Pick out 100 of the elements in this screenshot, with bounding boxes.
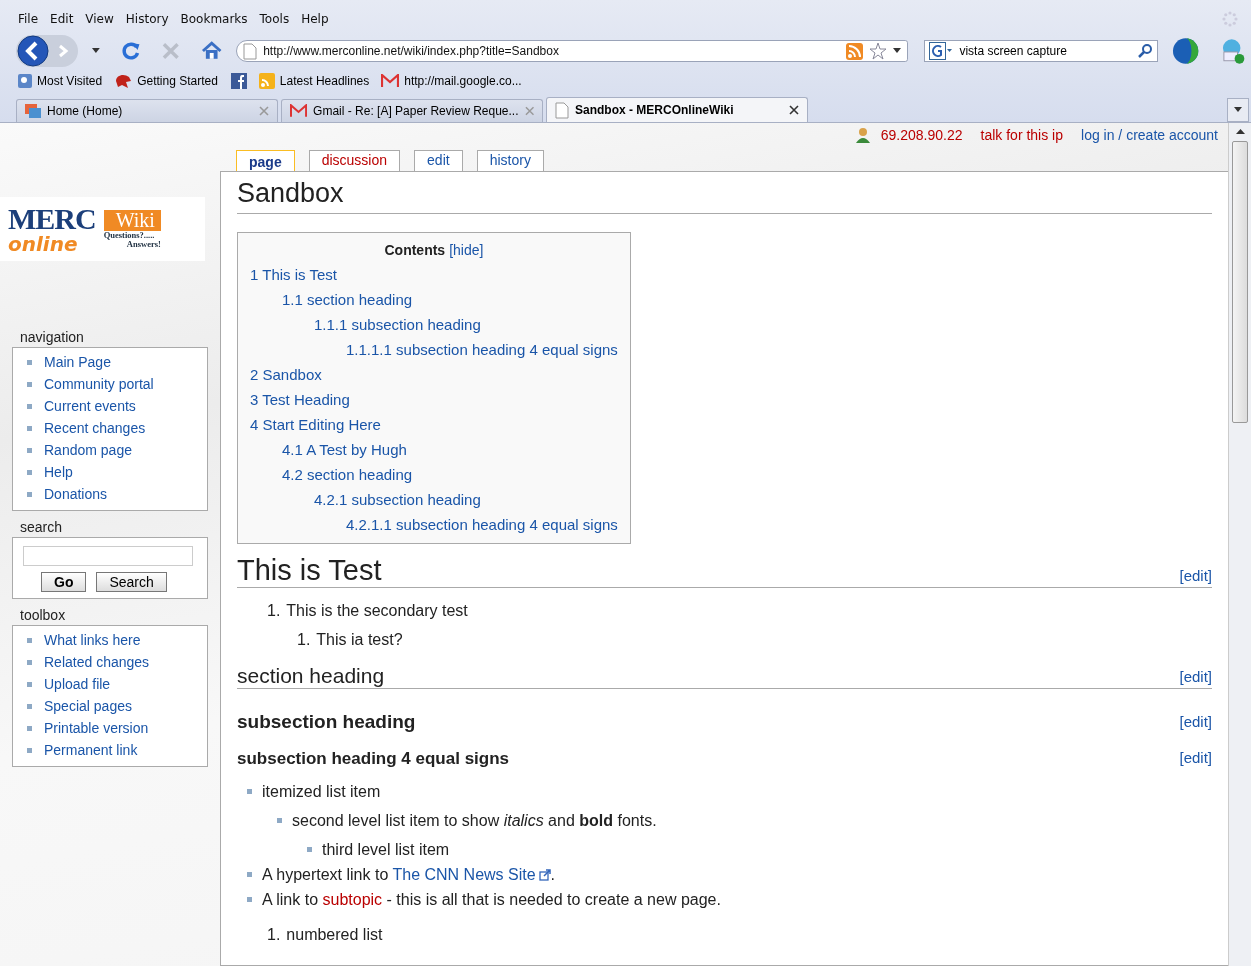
toc-link[interactable]: 1.1.1.1 subsection heading 4 equal signs [346, 341, 618, 358]
toolbox-link[interactable]: Special pages [44, 698, 132, 714]
home-icon[interactable] [200, 41, 223, 61]
nav-link[interactable]: Current events [44, 398, 136, 414]
bullet-icon [27, 447, 32, 453]
globe-icon[interactable] [1172, 37, 1200, 65]
mail-icon [381, 74, 400, 88]
menu-item[interactable]: Tools [259, 12, 290, 26]
list-item-text: second level list item to show italics and bold fonts. [292, 812, 657, 829]
browser-tab[interactable]: Gmail - Re: [A] Paper Review Reque... [281, 99, 543, 122]
star-icon[interactable] [869, 42, 888, 60]
bookmark[interactable]: Most Visited [18, 74, 103, 88]
menu-item[interactable]: History [125, 12, 169, 26]
scroll-thumb[interactable] [1232, 141, 1248, 423]
bullet-icon [27, 681, 32, 687]
portlet-title: navigation [20, 329, 85, 345]
bullet-icon [307, 846, 312, 852]
list-item-text: A link to subtopic - this is all that is needed to create a new page. [262, 891, 721, 908]
nav-link[interactable]: Community portal [44, 376, 154, 392]
search-button[interactable]: Search [96, 572, 167, 592]
nav-link[interactable]: Donations [44, 486, 108, 502]
page-tab[interactable]: history [476, 150, 544, 171]
search-button[interactable]: Go [41, 572, 87, 592]
list-item-text: This is the secondary test [286, 602, 468, 619]
bullet-icon [27, 403, 32, 409]
portlet-title: toolbox [20, 607, 67, 623]
link[interactable]: subtopic [322, 891, 383, 908]
tab-list-button[interactable] [1227, 98, 1249, 122]
page-icon [555, 101, 569, 119]
loading-icon [1221, 10, 1239, 28]
menu-item[interactable]: Help [301, 12, 329, 26]
toc-link[interactable]: 1.1 section heading [282, 291, 413, 308]
toc-link[interactable]: 4.2.1 subsection heading [314, 491, 481, 508]
menu-item[interactable]: Bookmarks [180, 12, 248, 26]
scroll-up-icon[interactable] [1235, 129, 1245, 135]
toc-link[interactable]: 4 Start Editing Here [250, 416, 381, 433]
edit-link[interactable]: [edit] [1179, 668, 1212, 688]
page-tab[interactable]: page [236, 150, 295, 171]
talk-link[interactable]: talk for this ip [980, 127, 1063, 143]
toc-link[interactable]: 4.2.1.1 subsection heading 4 equal signs [346, 516, 618, 533]
menu-item[interactable]: File [18, 12, 39, 26]
menu-item[interactable]: View [85, 12, 114, 26]
search-field[interactable]: vista screen capture [924, 40, 1159, 62]
browser-tab[interactable]: Home (Home) [16, 99, 278, 122]
list-item-text: itemized list item [262, 783, 381, 800]
toolbox-link[interactable]: What links here [44, 632, 141, 648]
toolbox-link[interactable]: Printable version [44, 720, 149, 736]
bullet-icon [27, 725, 32, 731]
toolbox-link[interactable]: Related changes [44, 654, 150, 670]
section-heading: section heading [237, 664, 385, 688]
list-item-text: This ia test? [316, 631, 403, 648]
edit-link[interactable]: [edit] [1179, 567, 1212, 587]
menu-item[interactable]: Edit [50, 12, 74, 26]
toc-link[interactable]: 4.2 section heading [282, 466, 413, 483]
reload-icon[interactable] [119, 40, 142, 62]
toc-link[interactable]: 4.1 A Test by Hugh [282, 441, 407, 458]
section-heading: This is Test [237, 554, 382, 587]
ip-link[interactable]: 69.208.90.22 [880, 127, 963, 143]
login-link[interactable]: log in / create account [1081, 127, 1218, 143]
toc-link[interactable]: 1 This is Test [250, 266, 337, 283]
search-engine-icon[interactable] [929, 42, 954, 60]
nav-link[interactable]: Recent changes [44, 420, 146, 436]
nav-link[interactable]: Random page [44, 442, 132, 458]
bullet-icon [277, 817, 282, 823]
search-icon[interactable] [1137, 43, 1154, 59]
rss-icon[interactable] [846, 42, 864, 60]
close-icon[interactable] [789, 105, 799, 115]
bookmark[interactable]: Latest Headlines [258, 73, 370, 89]
toolbox-link[interactable]: Upload file [44, 676, 111, 692]
toc-link[interactable]: 2 Sandbox [250, 366, 322, 383]
list-number: 1. [297, 631, 311, 648]
external-link-icon [538, 869, 551, 881]
bullet-icon [247, 871, 252, 877]
browser-tab[interactable]: Sandbox - MERCOnlineWiki [546, 97, 808, 122]
bullet-icon [27, 381, 32, 387]
scrollbar[interactable] [1228, 123, 1251, 966]
nav-link[interactable]: Main Page [44, 354, 111, 370]
toolbox-link[interactable]: Permanent link [44, 742, 138, 758]
edit-link[interactable]: [edit] [1179, 749, 1212, 769]
toc-toggle[interactable]: [hide] [449, 242, 484, 258]
facebook-icon[interactable] [230, 73, 247, 89]
edit-link[interactable]: [edit] [1179, 713, 1212, 733]
search-input[interactable] [23, 546, 193, 566]
bullet-icon [27, 469, 32, 475]
address-field[interactable]: http://www.merconline.net/wiki/index.php?title=Sandbox [236, 40, 909, 62]
toc-link[interactable]: 3 Test Heading [250, 391, 350, 408]
bookmark[interactable]: Getting Started [114, 73, 247, 89]
bookmark[interactable]: http://mail.google.co... [381, 74, 522, 88]
link[interactable]: The CNN News Site [392, 866, 551, 883]
dropdown-icon[interactable] [92, 48, 100, 54]
back-forward-buttons[interactable] [16, 35, 78, 67]
nav-link[interactable]: Help [44, 464, 73, 480]
list-number: 1. [267, 926, 281, 943]
bullet-icon [27, 703, 32, 709]
section-heading: subsection heading [237, 711, 416, 733]
dropdown-icon[interactable] [893, 48, 902, 54]
windows-icon [25, 104, 41, 118]
toc-link[interactable]: 1.1.1 subsection heading [314, 316, 481, 333]
page-tab[interactable]: edit [414, 150, 463, 171]
page-tab[interactable]: discussion [308, 150, 401, 171]
